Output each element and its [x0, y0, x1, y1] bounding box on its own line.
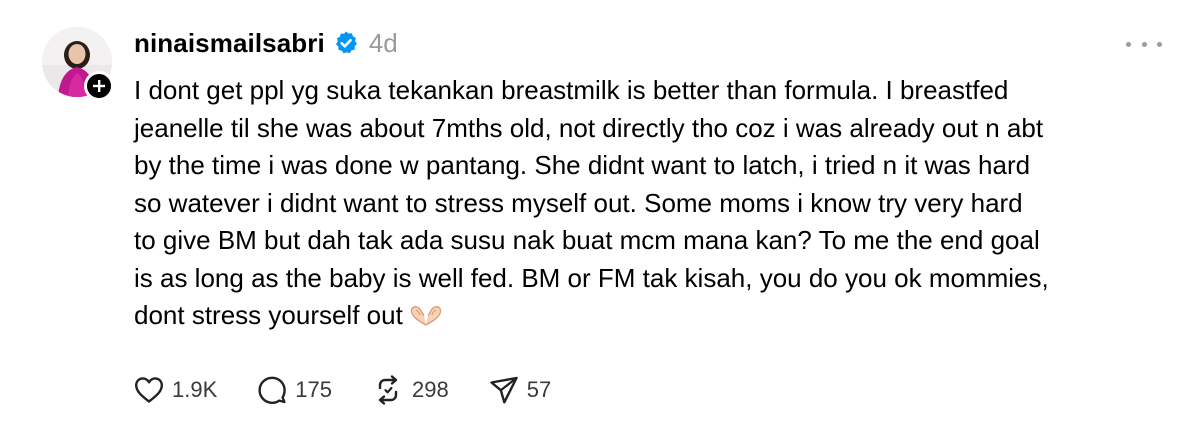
post-body-line: jeanelle til she was about 7mths old, no… [134, 112, 1044, 143]
author-username[interactable]: ninaismailsabri [134, 28, 325, 59]
post-header: ninaismailsabri 4d [134, 26, 398, 60]
more-options-button[interactable] [1126, 30, 1162, 58]
follow-button[interactable] [84, 71, 114, 101]
more-options-icon-dot [1157, 41, 1162, 47]
verified-badge-icon [333, 30, 359, 56]
more-options-icon-dot [1141, 41, 1147, 47]
post-body-line: dont stress yourself out [134, 300, 403, 330]
like-button[interactable]: 1.9K [134, 376, 217, 404]
heart-hands-emoji [409, 300, 443, 326]
share-count: 57 [526, 377, 552, 402]
post-body-line: so watever i didnt want to stress myself… [134, 187, 1023, 218]
repost-count: 298 [411, 377, 449, 402]
send-icon [490, 376, 518, 404]
author-avatar-wrap[interactable] [42, 27, 114, 101]
post-body-last-line: dont stress yourself out [134, 297, 1164, 335]
post-body: I dont get ppl yg suka tekankan breastmi… [134, 72, 1164, 335]
more-options-icon-dot [1126, 41, 1131, 47]
thread-post: ninaismailsabri 4d I dont get ppl yg suk… [0, 0, 1200, 432]
reply-button[interactable]: 175 [257, 375, 332, 405]
share-button[interactable]: 57 [489, 375, 551, 405]
comment-bubble-icon [258, 376, 287, 404]
post-body-line: by the time i was done w pantang. She di… [134, 150, 1031, 180]
repost-icon [378, 375, 398, 405]
post-action-bar: 1.9K 175 298 57 [134, 372, 591, 408]
heart-icon [135, 377, 163, 403]
reply-count: 175 [295, 377, 332, 402]
post-body-line: I dont get ppl yg suka tekankan breastmi… [134, 75, 1009, 105]
repost-button[interactable]: 298 [372, 375, 449, 405]
like-count: 1.9K [172, 377, 218, 402]
post-body-line: is as long as the baby is well fed. BM o… [134, 262, 1049, 293]
plus-icon [93, 80, 105, 92]
post-timestamp[interactable]: 4d [369, 28, 398, 59]
post-body-line: to give BM but dah tak ada susu nak buat… [134, 225, 1040, 255]
